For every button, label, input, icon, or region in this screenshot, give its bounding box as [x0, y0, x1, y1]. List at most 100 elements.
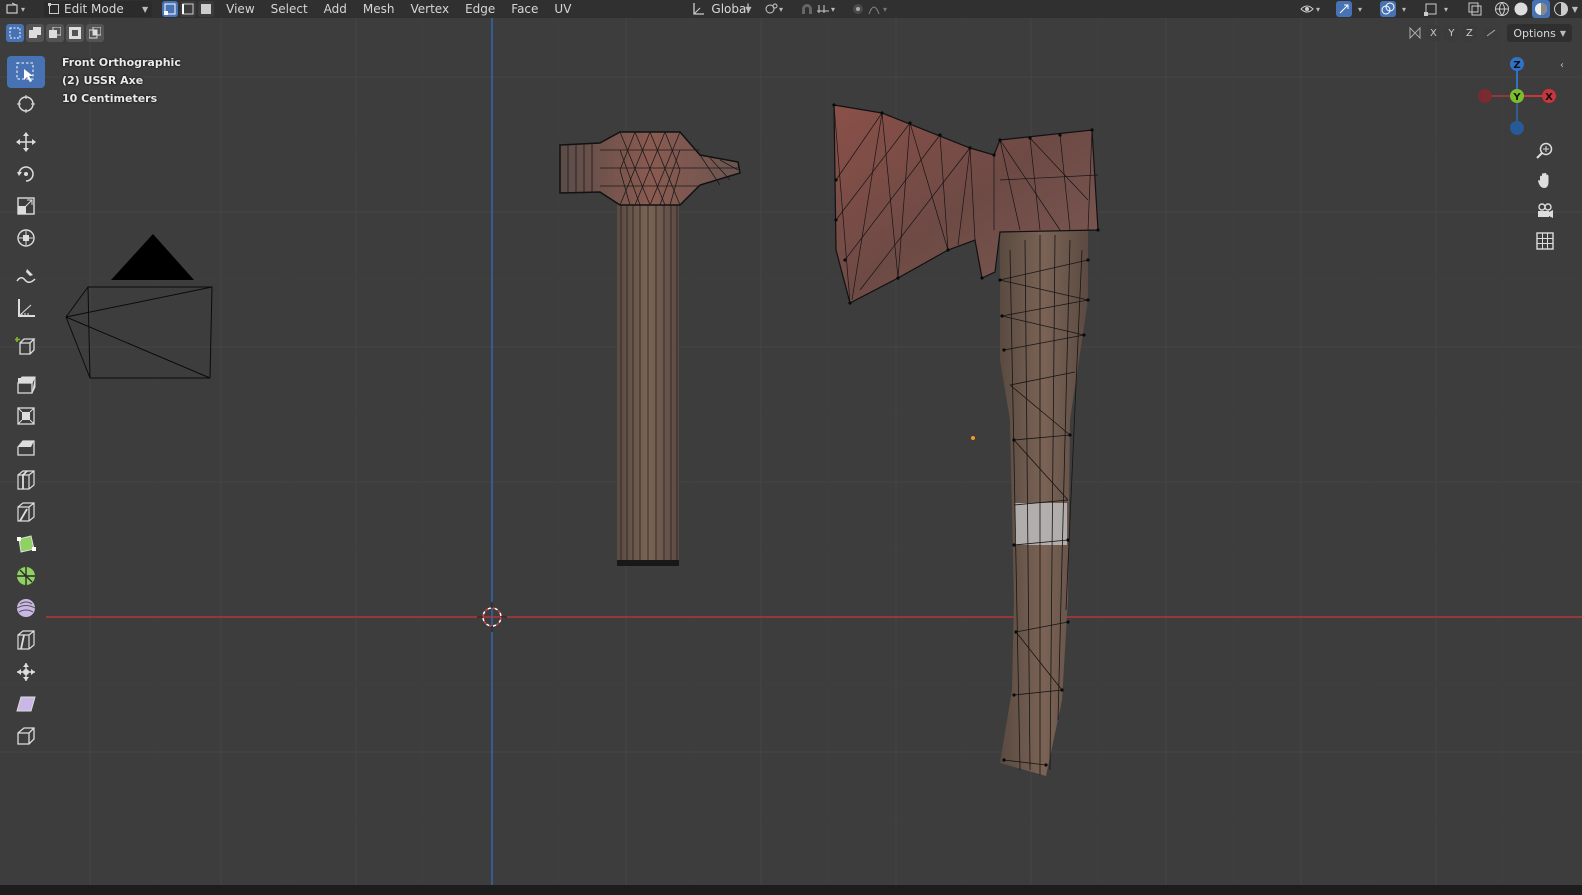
tool-shelf [7, 56, 45, 752]
rendered-shading-icon[interactable] [1553, 1, 1569, 17]
select-subtract-icon [49, 27, 61, 38]
wireframe-shading-icon[interactable] [1494, 1, 1510, 17]
editor-type-button[interactable]: ▾ [0, 0, 38, 18]
hammer-mesh[interactable] [559, 131, 741, 566]
gizmo-y-axis[interactable]: Y [1510, 89, 1524, 103]
status-bar [0, 885, 1582, 895]
tool-measure[interactable] [7, 292, 45, 324]
solid-shading-icon[interactable] [1513, 1, 1529, 17]
tool-shear[interactable] [7, 688, 45, 720]
object-origin [971, 436, 975, 440]
menu-mesh[interactable]: Mesh [355, 2, 403, 16]
rip-region-icon [17, 727, 35, 745]
tool-shrink-fatten[interactable] [7, 656, 45, 688]
sidebar-toggle-icon[interactable]: ‹ [1560, 60, 1564, 71]
tool-bevel[interactable] [7, 432, 45, 464]
select-subtract-button[interactable] [46, 24, 64, 42]
spin-icon [17, 567, 35, 585]
mirror-x-toggle[interactable]: X [1425, 25, 1442, 41]
edge-slide-icon [17, 630, 35, 650]
editor-type-icon: ▾ [6, 2, 25, 14]
navigation-gizmo[interactable]: Z X Y [1476, 54, 1560, 138]
chevron-down-icon[interactable]: ▼ [1572, 5, 1578, 14]
viewport-header: ▾ Edit Mode ▼ View Select Add Mesh Verte… [0, 0, 1582, 18]
tool-move[interactable] [7, 126, 45, 158]
menu-edge[interactable]: Edge [457, 2, 503, 16]
xray-toggle[interactable] [1462, 0, 1488, 18]
tool-scale[interactable] [7, 190, 45, 222]
grid-scale: 10 Centimeters [62, 92, 158, 105]
mirror-topology-icon[interactable] [1483, 25, 1501, 41]
tool-inset-faces[interactable] [7, 400, 45, 432]
transform-icon [17, 229, 35, 247]
mirror-z-toggle[interactable]: Z [1461, 25, 1478, 41]
tool-rotate[interactable] [7, 158, 45, 190]
tool-edge-slide[interactable] [7, 624, 45, 656]
navigation-buttons [1532, 138, 1558, 254]
svg-text:▾: ▾ [21, 5, 25, 14]
chevron-down-icon: ▼ [142, 4, 149, 14]
tool-transform[interactable] [7, 222, 45, 254]
face-select-button[interactable] [198, 1, 215, 17]
menu-face[interactable]: Face [503, 2, 546, 16]
chevron-down-icon: ▼ [745, 4, 752, 14]
tool-loop-cut[interactable] [7, 464, 45, 496]
xray-icon [1468, 2, 1482, 16]
mirror-y-toggle[interactable]: Y [1443, 25, 1460, 41]
3d-viewport[interactable]: X Y Z Options ▼ Front Orthographic (2) U… [0, 18, 1582, 885]
select-extend-button[interactable] [26, 24, 44, 42]
material-shading-icon[interactable] [1531, 0, 1550, 18]
mesh-edit-overlays-toggle[interactable]: ▾ [1418, 0, 1462, 18]
tool-cursor[interactable] [7, 88, 45, 120]
shrink-fatten-icon [17, 663, 35, 681]
menu-vertex[interactable]: Vertex [403, 2, 458, 16]
grid-sublines [0, 18, 1582, 885]
select-invert-button[interactable] [66, 24, 84, 42]
menu-uv[interactable]: UV [546, 2, 579, 16]
vertex-select-button[interactable] [162, 1, 179, 17]
extrude-region-icon [17, 376, 36, 394]
options-dropdown[interactable]: Options ▼ [1507, 24, 1572, 42]
overlays-toggle[interactable]: ▾ [1374, 0, 1418, 18]
tool-knife[interactable] [7, 496, 45, 528]
snapping-button[interactable]: ▾ [794, 0, 846, 18]
move-icon [16, 132, 36, 152]
tool-annotate[interactable] [7, 260, 45, 292]
knife-icon [17, 502, 35, 522]
mirror-icon [1409, 26, 1421, 40]
tool-add-cube[interactable] [7, 330, 45, 362]
bevel-icon [17, 440, 35, 456]
menu-view[interactable]: View [218, 2, 262, 16]
mode-dropdown[interactable]: Edit Mode ▼ [38, 0, 158, 18]
gizmo-x-axis[interactable]: X [1542, 89, 1556, 103]
shear-icon [16, 696, 36, 712]
toggle-perspective-button[interactable] [1532, 228, 1558, 254]
menu-select[interactable]: Select [263, 2, 316, 16]
orientation-dropdown[interactable]: Global ▼ [685, 0, 757, 18]
camera-object[interactable] [65, 234, 213, 379]
ussr-axe-mesh[interactable] [832, 103, 1100, 776]
select-new-button[interactable] [6, 24, 24, 42]
gizmo-toggle[interactable]: ▾ [1330, 0, 1374, 18]
pan-button[interactable] [1532, 168, 1558, 194]
edge-select-icon [182, 3, 194, 15]
tool-poly-build[interactable] [7, 528, 45, 560]
eye-icon: ▾ [1300, 5, 1320, 14]
select-intersect-button[interactable] [86, 24, 104, 42]
menu-add[interactable]: Add [316, 2, 355, 16]
pivot-point-dropdown[interactable]: ▾ [758, 0, 794, 18]
tool-select-box[interactable] [7, 56, 45, 88]
camera-view-button[interactable] [1532, 198, 1558, 224]
overlays-icon: ▾ [1379, 1, 1406, 17]
edge-select-button[interactable] [180, 1, 197, 17]
proportional-editing-button[interactable]: ▾ [846, 0, 898, 18]
tool-rip-region[interactable] [7, 720, 45, 752]
options-label: Options [1513, 26, 1556, 40]
tool-extrude-region[interactable] [7, 368, 45, 400]
gizmo-z-axis[interactable]: Z [1510, 57, 1524, 71]
svg-text:▾: ▾ [1402, 5, 1406, 14]
zoom-button[interactable] [1532, 138, 1558, 164]
visibility-dropdown[interactable]: ▾ [1294, 0, 1330, 18]
tool-smooth[interactable] [7, 592, 45, 624]
tool-spin[interactable] [7, 560, 45, 592]
